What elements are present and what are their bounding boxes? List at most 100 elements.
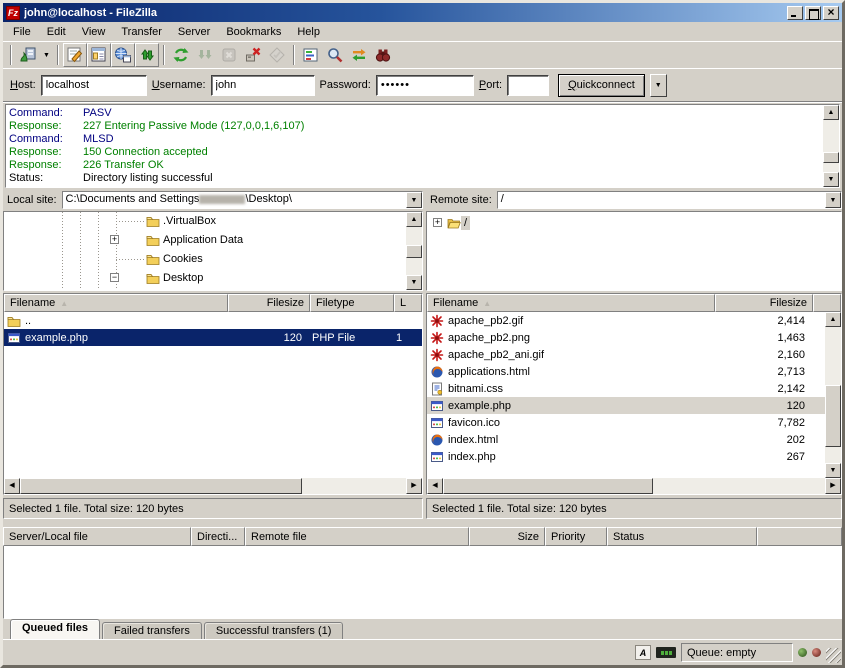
resize-grip[interactable]: [826, 648, 841, 663]
synchronized-browsing-button[interactable]: [347, 43, 371, 67]
filter-button[interactable]: [299, 43, 323, 67]
site-manager-button[interactable]: [16, 43, 40, 67]
remote-file-row[interactable]: bitnami.css 2,142: [427, 380, 825, 397]
scroll-thumb[interactable]: [825, 385, 841, 447]
close-icon[interactable]: [823, 6, 839, 20]
scroll-right-icon[interactable]: [406, 478, 422, 494]
tab-successful-transfers[interactable]: Successful transfers (1): [204, 622, 344, 639]
local-file-list: Filename▲ Filesize Filetype L ..: [3, 293, 423, 495]
minimize-icon[interactable]: [787, 6, 803, 20]
column-header-filetype[interactable]: Filetype: [310, 294, 394, 312]
expand-icon[interactable]: [433, 218, 442, 227]
tree-item-virtualbox[interactable]: .VirtualBox: [146, 212, 219, 230]
refresh-button[interactable]: [169, 43, 193, 67]
remote-file-row[interactable]: favicon.ico 7,782: [427, 414, 825, 431]
collapse-icon[interactable]: [110, 273, 119, 282]
expand-icon[interactable]: [110, 235, 119, 244]
scroll-up-icon[interactable]: [406, 212, 422, 227]
menu-bookmarks[interactable]: Bookmarks: [218, 24, 289, 40]
tab-failed-transfers[interactable]: Failed transfers: [102, 622, 202, 639]
tree-item-root[interactable]: /: [447, 214, 470, 232]
filter-icon: [302, 46, 320, 64]
remote-file-row[interactable]: apache_pb2.png 1,463: [427, 329, 825, 346]
remote-vertical-scrollbar[interactable]: [825, 312, 841, 478]
column-header-remote-file[interactable]: Remote file: [245, 527, 469, 546]
redacted-username: [199, 195, 245, 204]
scroll-thumb[interactable]: [443, 478, 653, 494]
local-tree-scrollbar[interactable]: [406, 212, 422, 290]
local-file-row-up[interactable]: ..: [4, 312, 422, 329]
tree-item-cookies[interactable]: Cookies: [146, 250, 206, 268]
remote-file-row[interactable]: index.html 202: [427, 431, 825, 448]
scroll-left-icon[interactable]: [427, 478, 443, 494]
quickconnect-dropdown[interactable]: ▼: [650, 74, 667, 97]
menu-help[interactable]: Help: [289, 24, 328, 40]
tab-queued-files[interactable]: Queued files: [10, 619, 100, 639]
tree-item-desktop[interactable]: Desktop: [146, 269, 206, 287]
column-header-filesize[interactable]: Filesize: [715, 294, 813, 312]
scroll-thumb[interactable]: [20, 478, 302, 494]
window-controls: [787, 6, 839, 20]
toggle-message-log-button[interactable]: [63, 43, 87, 67]
scroll-down-icon[interactable]: [825, 463, 841, 478]
toggle-remote-tree-button[interactable]: [111, 43, 135, 67]
site-manager-dropdown[interactable]: ▼: [40, 44, 53, 66]
column-header-server-local-file[interactable]: Server/Local file: [3, 527, 191, 546]
scroll-left-icon[interactable]: [4, 478, 20, 494]
local-site-combobox[interactable]: C:\Documents and Settings\Desktop\ ▼: [62, 191, 423, 209]
scroll-down-icon[interactable]: [406, 275, 422, 290]
tree-item-application-data[interactable]: Application Data: [146, 231, 246, 249]
titlebar[interactable]: Fz john@localhost - FileZilla: [3, 3, 842, 22]
remote-horizontal-scrollbar[interactable]: [427, 478, 841, 494]
toggle-local-tree-button[interactable]: [87, 43, 111, 67]
remote-file-row[interactable]: index.php 267: [427, 448, 825, 465]
local-site-path[interactable]: C:\Documents and Settings\Desktop\: [63, 192, 406, 208]
port-input[interactable]: [507, 75, 549, 96]
remote-file-row[interactable]: apache_pb2_ani.gif 2,160: [427, 346, 825, 363]
directory-comparison-button[interactable]: [323, 43, 347, 67]
quickconnect-button[interactable]: Quickconnect: [558, 74, 645, 97]
menu-edit[interactable]: Edit: [39, 24, 74, 40]
find-files-button[interactable]: [371, 43, 395, 67]
column-header-direction[interactable]: Directi...: [191, 527, 245, 546]
chevron-down-icon[interactable]: ▼: [406, 192, 422, 208]
process-queue-button[interactable]: [193, 43, 217, 67]
disconnect-button[interactable]: [241, 43, 265, 67]
column-header-filesize[interactable]: Filesize: [228, 294, 310, 312]
remote-file-row-selected[interactable]: example.php 120: [427, 397, 825, 414]
column-header-filename[interactable]: Filename▲: [4, 294, 228, 312]
remote-file-row[interactable]: apache_pb2.gif 2,414: [427, 312, 825, 329]
remote-site-combobox[interactable]: / ▼: [497, 191, 842, 209]
scroll-up-icon[interactable]: [823, 105, 839, 120]
menu-view[interactable]: View: [74, 24, 114, 40]
abort-button[interactable]: [265, 43, 289, 67]
menu-file[interactable]: File: [5, 24, 39, 40]
local-horizontal-scrollbar[interactable]: [4, 478, 422, 494]
scroll-thumb[interactable]: [823, 152, 839, 163]
scroll-thumb[interactable]: [406, 245, 422, 258]
queue-list[interactable]: [3, 546, 842, 619]
scroll-up-icon[interactable]: [825, 312, 841, 327]
remote-site-path[interactable]: /: [498, 192, 825, 208]
password-input[interactable]: [376, 75, 474, 96]
column-header-priority[interactable]: Priority: [545, 527, 607, 546]
folder-icon: [146, 214, 160, 228]
chevron-down-icon[interactable]: ▼: [825, 192, 841, 208]
column-header-lastmodified[interactable]: L: [394, 294, 422, 312]
local-file-row-selected[interactable]: example.php 120 PHP File 1: [4, 329, 422, 346]
remote-file-row[interactable]: applications.html 2,713: [427, 363, 825, 380]
column-header-size[interactable]: Size: [469, 527, 545, 546]
maximize-icon[interactable]: [805, 6, 821, 20]
cancel-operation-button[interactable]: [217, 43, 241, 67]
scroll-down-icon[interactable]: [823, 172, 839, 187]
menu-server[interactable]: Server: [170, 24, 218, 40]
log-vertical-scrollbar[interactable]: [823, 105, 839, 187]
refresh-icon: [172, 46, 190, 64]
host-input[interactable]: [41, 75, 147, 96]
column-header-status[interactable]: Status: [607, 527, 757, 546]
scroll-right-icon[interactable]: [825, 478, 841, 494]
toggle-transfer-queue-button[interactable]: [135, 43, 159, 67]
menu-transfer[interactable]: Transfer: [113, 24, 170, 40]
username-input[interactable]: [211, 75, 315, 96]
column-header-filename[interactable]: Filename▲: [427, 294, 715, 312]
